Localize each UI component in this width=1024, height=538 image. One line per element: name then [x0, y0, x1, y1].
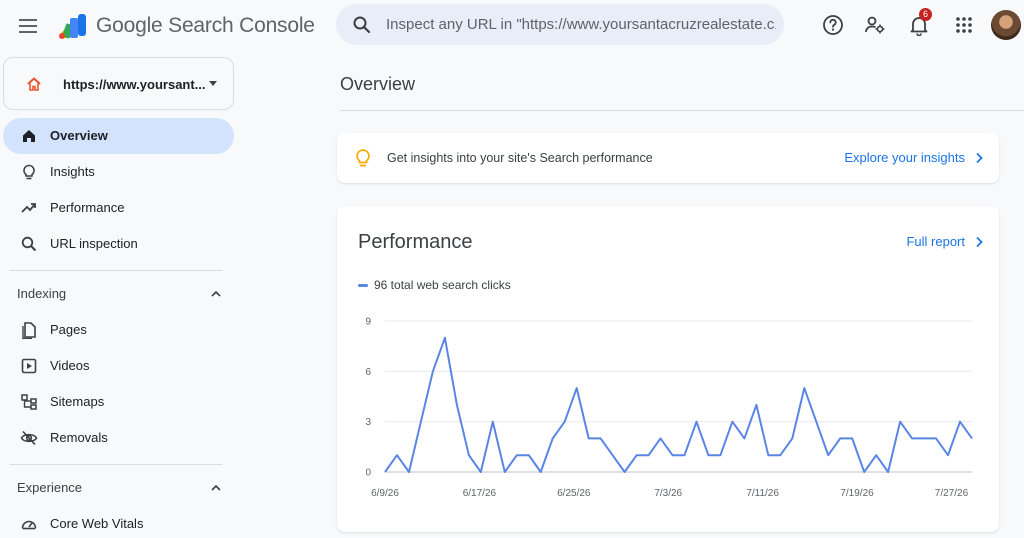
- sidebar-item-label: URL inspection: [50, 236, 138, 251]
- search-input[interactable]: [386, 4, 776, 45]
- app-title: Google Search Console: [96, 14, 315, 37]
- page-title: Overview: [340, 74, 416, 94]
- property-label: https://www.yoursant...: [63, 77, 206, 92]
- manage-users-icon[interactable]: [862, 12, 888, 38]
- chevron-up-icon: [211, 290, 221, 297]
- insight-text: Get insights into your site's Search per…: [387, 151, 653, 165]
- sidebar-item-label: Sitemaps: [50, 394, 105, 409]
- link-label: Full report: [906, 234, 965, 249]
- performance-title: Performance: [358, 231, 473, 253]
- y-tick-label: 0: [365, 468, 371, 479]
- x-tick-label: 7/11/26: [746, 488, 779, 499]
- sidebar-item-insights[interactable]: Insights: [3, 154, 234, 190]
- notification-badge: 6: [919, 8, 932, 21]
- sidebar-item-label: Performance: [50, 200, 125, 215]
- chevron-up-icon: [211, 484, 221, 491]
- x-tick-label: 7/19/26: [840, 488, 874, 499]
- sidebar-item-pages[interactable]: Pages: [3, 312, 234, 348]
- full-report-link[interactable]: Full report: [906, 234, 983, 249]
- y-tick-label: 6: [365, 367, 371, 378]
- bell-icon[interactable]: 6: [906, 8, 932, 38]
- sidebar-divider: [10, 464, 222, 465]
- chevron-right-icon: [976, 152, 983, 163]
- header-divider: [340, 110, 1024, 111]
- sidebar-item-removals[interactable]: Removals: [3, 420, 234, 456]
- sidebar-item-label: Overview: [50, 128, 108, 143]
- link-label: Explore your insights: [844, 150, 965, 165]
- section-label: Indexing: [17, 286, 67, 301]
- trending-up-icon: [21, 203, 36, 213]
- legend-label: 96 total web search clicks: [374, 278, 511, 292]
- sidebar-item-core-web-vitals[interactable]: Core Web Vitals: [3, 506, 234, 538]
- section-experience[interactable]: Experience: [0, 470, 240, 506]
- section-label: Experience: [17, 480, 83, 495]
- sidebar-item-label: Core Web Vitals: [50, 516, 144, 531]
- x-tick-label: 6/9/26: [371, 488, 399, 499]
- legend-swatch: [358, 283, 368, 287]
- sidebar-item-label: Pages: [50, 322, 87, 337]
- sidebar-item-overview[interactable]: Overview: [3, 118, 234, 154]
- sidebar-item-label: Insights: [50, 164, 95, 179]
- sidebar-item-url-inspection[interactable]: URL inspection: [3, 226, 234, 262]
- sidebar: https://www.yoursant... Overview Insight…: [0, 52, 240, 538]
- pages-icon: [22, 322, 36, 339]
- insights-card: Get insights into your site's Search per…: [337, 133, 999, 183]
- sidebar-divider: [10, 270, 222, 271]
- property-selector[interactable]: https://www.yoursant...: [3, 57, 234, 110]
- main-content: Overview Get insights into your site's S…: [240, 52, 1024, 538]
- sidebar-item-videos[interactable]: Videos: [3, 348, 234, 384]
- speedometer-icon: [21, 520, 37, 530]
- x-tick-label: 7/3/26: [654, 488, 682, 499]
- chart-legend: 96 total web search clicks: [358, 278, 511, 292]
- home-icon: [23, 130, 35, 142]
- x-tick-label: 7/27/26: [935, 488, 969, 499]
- series-line[interactable]: [384, 336, 973, 473]
- x-tick-label: 6/25/26: [557, 488, 591, 499]
- sidebar-item-label: Videos: [50, 358, 90, 373]
- x-tick-label: 6/17/26: [463, 488, 497, 499]
- eye-off-icon: [20, 430, 38, 446]
- chevron-down-icon: [209, 81, 217, 86]
- apps-grid-icon[interactable]: [951, 12, 977, 38]
- url-inspect-search[interactable]: [336, 4, 784, 45]
- section-indexing[interactable]: Indexing: [0, 276, 240, 312]
- sitemap-icon: [21, 394, 37, 410]
- lightbulb-icon: [23, 164, 35, 180]
- clicks-line-chart: 0 3 6 9 6/9/26 6/17/26 6/25/26 7/3/26 7/11/26 7/1…: [365, 317, 973, 499]
- sidebar-item-sitemaps[interactable]: Sitemaps: [3, 384, 234, 420]
- performance-card: Performance Full report 96 total web sea…: [337, 206, 999, 532]
- search-icon: [353, 16, 371, 34]
- menu-icon[interactable]: [16, 14, 40, 38]
- search-console-logo: [59, 14, 86, 39]
- y-tick-label: 9: [365, 317, 371, 328]
- lightbulb-icon: [356, 149, 370, 167]
- avatar[interactable]: [991, 10, 1021, 40]
- sidebar-item-label: Removals: [50, 430, 108, 445]
- home-property-icon: [27, 77, 41, 91]
- chevron-right-icon: [976, 236, 983, 247]
- search-icon: [21, 236, 37, 252]
- help-icon[interactable]: [820, 12, 846, 38]
- explore-insights-link[interactable]: Explore your insights: [844, 150, 983, 165]
- sidebar-item-performance[interactable]: Performance: [3, 190, 234, 226]
- video-icon: [21, 358, 37, 374]
- top-bar: Google Search Console 6: [0, 0, 1024, 52]
- y-tick-label: 3: [365, 417, 371, 428]
